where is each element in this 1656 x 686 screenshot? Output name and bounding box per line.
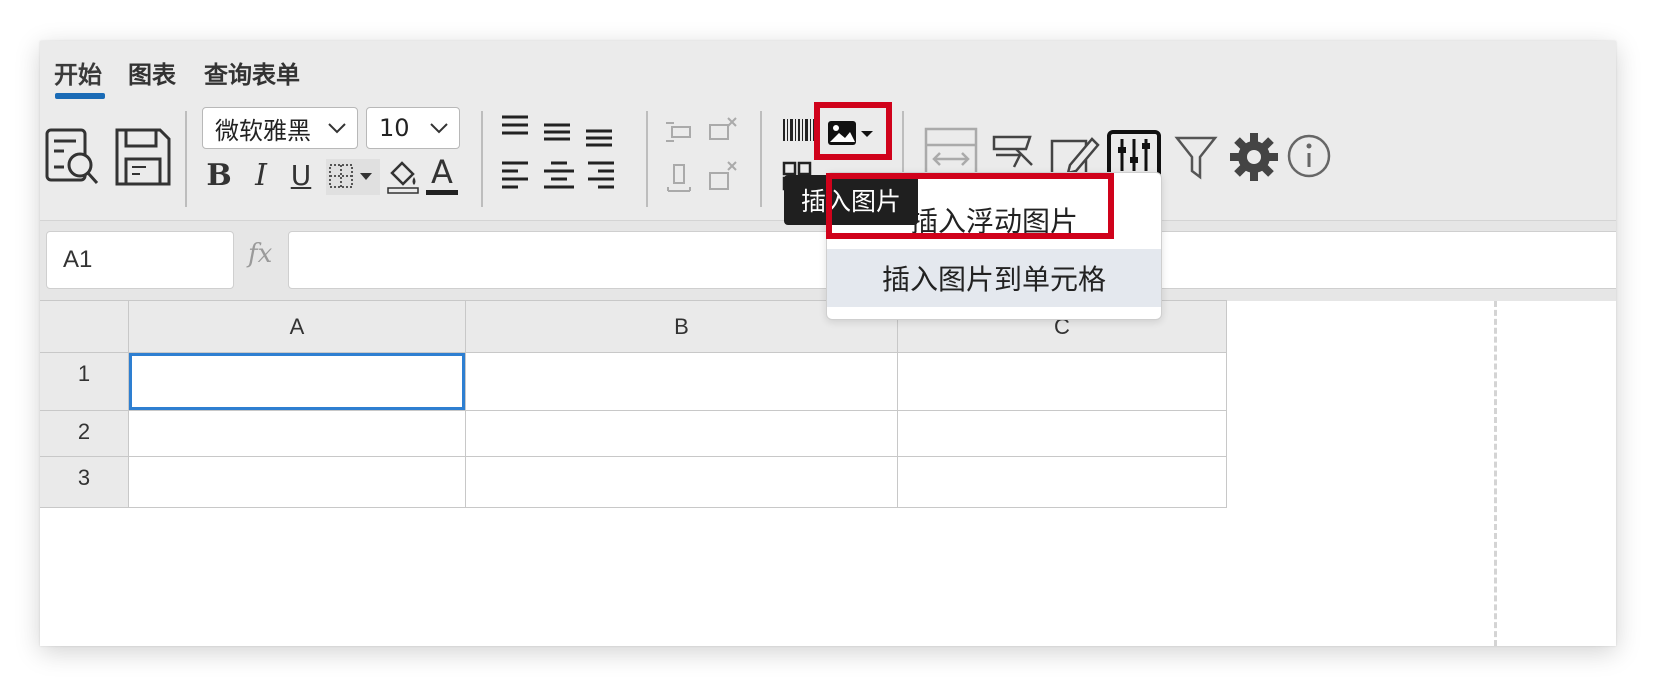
cell-b2[interactable]: [465, 410, 898, 457]
fx-label: fx: [248, 239, 273, 269]
filter-icon[interactable]: [1174, 133, 1218, 183]
highlight-box-menu-item: [826, 173, 1114, 239]
active-tab-indicator: [55, 93, 105, 99]
tab-query-form[interactable]: 查询表单: [204, 55, 300, 90]
name-box[interactable]: A1: [46, 231, 234, 289]
gear-icon[interactable]: [1228, 131, 1280, 183]
toolbar-separator: [185, 111, 187, 207]
insert-col-icon[interactable]: [664, 161, 694, 193]
tab-chart[interactable]: 图表: [128, 55, 176, 90]
delete-col-icon[interactable]: [706, 159, 738, 193]
align-center-icon[interactable]: [542, 159, 576, 191]
row-header-2[interactable]: 2: [40, 410, 129, 457]
fill-color-icon[interactable]: [386, 157, 420, 195]
delete-row-icon[interactable]: [706, 115, 738, 147]
corner-header[interactable]: [40, 300, 129, 353]
toolbar-separator: [760, 111, 762, 207]
toolbar-separator: [481, 111, 483, 207]
underline-icon[interactable]: U: [286, 155, 316, 195]
toolbar-separator: [646, 111, 648, 207]
cell-c1[interactable]: [897, 352, 1227, 411]
font-size-value: 10: [379, 114, 410, 142]
align-bottom-icon[interactable]: [584, 123, 614, 149]
tab-start[interactable]: 开始: [54, 55, 102, 90]
font-family-value: 微软雅黑: [215, 116, 311, 145]
page-break-line: [1494, 301, 1497, 646]
cell-c3[interactable]: [897, 456, 1227, 508]
barcode-icon[interactable]: [782, 117, 816, 143]
insert-row-icon[interactable]: [664, 117, 694, 147]
cell-a3[interactable]: [128, 456, 466, 508]
highlight-box-image-button: [814, 102, 892, 160]
font-color-icon[interactable]: A: [426, 153, 458, 195]
cell-a2[interactable]: [128, 410, 466, 457]
chevron-down-icon: [328, 123, 346, 134]
align-middle-icon[interactable]: [542, 119, 572, 145]
align-top-icon[interactable]: [500, 113, 530, 139]
border-icon[interactable]: [326, 159, 380, 195]
font-size-select[interactable]: 10: [366, 107, 460, 149]
row-header-1[interactable]: 1: [40, 352, 129, 411]
cell-reference: A1: [63, 246, 93, 273]
font-family-select[interactable]: 微软雅黑: [202, 107, 358, 149]
row-header-3[interactable]: 3: [40, 456, 129, 508]
align-right-icon[interactable]: [586, 159, 616, 191]
menu-item-insert-image-to-cell[interactable]: 插入图片到单元格: [827, 249, 1161, 307]
preview-icon[interactable]: [44, 127, 100, 187]
bold-icon[interactable]: B: [204, 155, 234, 195]
cell-selection: [129, 353, 465, 410]
cell-b1[interactable]: [465, 352, 898, 411]
italic-icon[interactable]: I: [246, 155, 276, 195]
app-window: 开始 图表 查询表单 微软雅黑 10 B I U A A1 fx A B C 1…: [40, 41, 1616, 646]
chevron-down-icon: [430, 123, 448, 134]
cell-c2[interactable]: [897, 410, 1227, 457]
cell-b3[interactable]: [465, 456, 898, 508]
column-header-a[interactable]: A: [128, 300, 466, 353]
save-icon[interactable]: [114, 127, 172, 187]
info-icon[interactable]: [1286, 133, 1332, 179]
align-left-icon[interactable]: [500, 159, 530, 191]
